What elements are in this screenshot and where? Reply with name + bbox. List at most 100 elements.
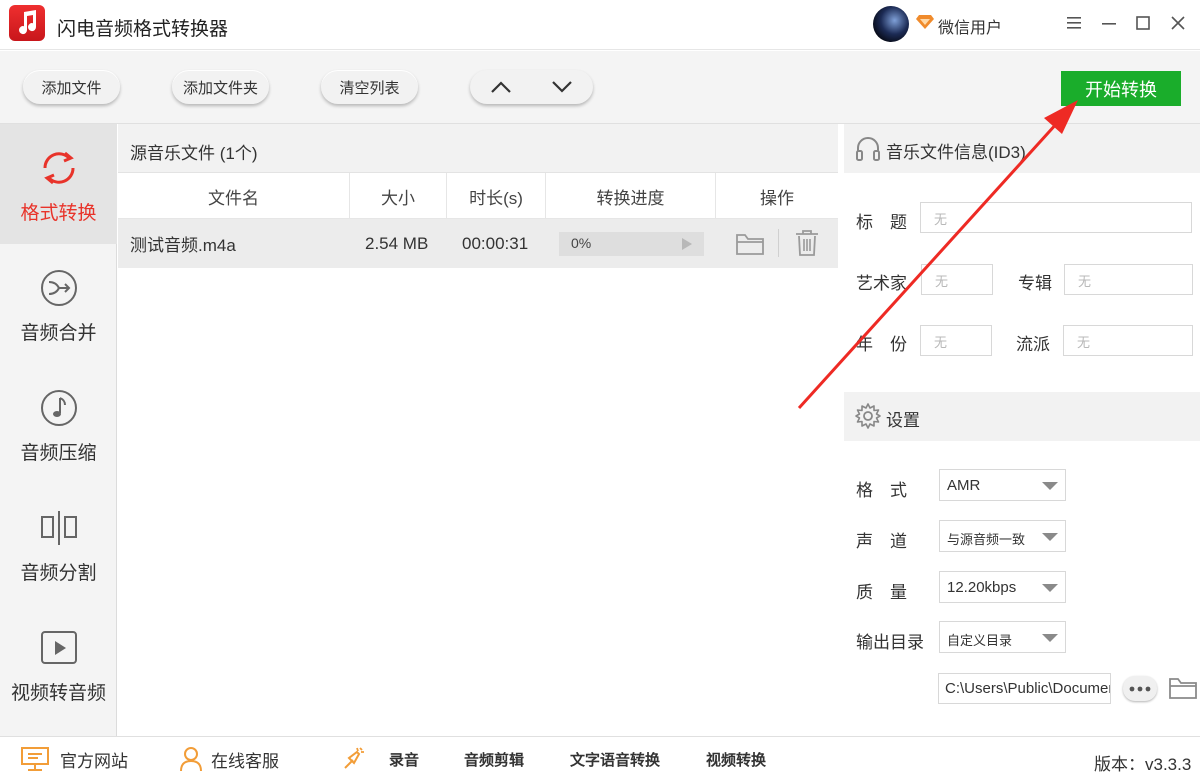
start-convert-button[interactable]: 开始转换 bbox=[1061, 71, 1181, 106]
column-header: 时长(s) bbox=[447, 173, 546, 219]
more-dots-icon bbox=[1129, 686, 1151, 691]
id3-section-header: 音乐文件信息(ID3) bbox=[844, 124, 1200, 173]
file-list-header: 源音乐文件 (1个) bbox=[118, 124, 838, 173]
audio-cut-label: 音频剪辑 bbox=[464, 751, 525, 769]
id3-artist-label: 艺术家 bbox=[856, 274, 907, 293]
table-header: 文件名 大小 时长(s) 转换进度 操作 bbox=[118, 173, 838, 219]
output-path-field[interactable]: C:\Users\Public\Documents bbox=[938, 673, 1111, 704]
video-convert-label: 视频转换 bbox=[706, 751, 767, 769]
tts-label: 文字语音转换 bbox=[570, 751, 661, 769]
output-dir-label: 输出目录 bbox=[856, 633, 924, 652]
channel-select[interactable]: 与源音频一致 bbox=[939, 520, 1066, 552]
id3-genre-field[interactable]: 无 bbox=[1063, 325, 1193, 356]
chevron-down-icon bbox=[1042, 482, 1058, 490]
website-link[interactable]: 官方网站 bbox=[20, 737, 128, 780]
id3-artist-field[interactable]: 无 bbox=[921, 264, 993, 295]
add-file-button[interactable]: 添加文件 bbox=[23, 70, 120, 104]
headphones-icon bbox=[856, 137, 880, 161]
open-folder-icon[interactable] bbox=[1168, 675, 1198, 706]
sidebar-item-label: 格式转换 bbox=[20, 203, 97, 224]
id3-album-label: 专辑 bbox=[1018, 274, 1052, 293]
output-dir-value: 自定义目录 bbox=[947, 633, 1013, 648]
folder-icon[interactable] bbox=[735, 231, 765, 262]
format-select[interactable]: AMR bbox=[939, 469, 1066, 501]
sidebar-item-video-to-audio[interactable]: 视频转音频 bbox=[0, 604, 117, 724]
reorder-buttons bbox=[470, 70, 593, 104]
format-value: AMR bbox=[947, 477, 981, 494]
action-divider bbox=[778, 229, 779, 257]
music-note-logo-icon bbox=[19, 10, 37, 35]
settings-section-header: 设置 bbox=[844, 392, 1200, 441]
record-link[interactable]: 录音 bbox=[339, 737, 419, 780]
file-list-title: 源音乐文件 (1个) bbox=[130, 144, 258, 163]
id3-year-field[interactable]: 无 bbox=[920, 325, 992, 356]
sidebar-item-label: 音频合并 bbox=[20, 323, 97, 344]
move-down-button[interactable] bbox=[532, 70, 594, 104]
column-header: 文件名 bbox=[118, 173, 350, 219]
music-note-icon bbox=[39, 388, 79, 428]
settings-section-title: 设置 bbox=[886, 411, 920, 430]
app-title: 闪电音频格式转换器 bbox=[57, 19, 229, 40]
version-text: 版本：v3.3.3 bbox=[1094, 755, 1192, 774]
video-convert-link[interactable]: 视频转换 bbox=[706, 737, 766, 780]
chevron-down-icon bbox=[1042, 634, 1058, 642]
tts-link[interactable]: 文字语音转换 bbox=[570, 737, 660, 780]
file-size: 2.54 MB bbox=[365, 233, 429, 253]
browse-button[interactable] bbox=[1123, 676, 1157, 701]
progress-text: 0% bbox=[571, 235, 592, 251]
file-name: 测试音频.m4a bbox=[130, 236, 236, 255]
id3-title-label: 标 题 bbox=[856, 213, 907, 232]
info-panel: 音乐文件信息(ID3) 标 题 无 艺术家 无 专辑 无 年 份 无 流派 无 … bbox=[844, 124, 1200, 736]
sidebar-item-audio-compress[interactable]: 音频压缩 bbox=[0, 364, 117, 484]
sidebar-item-label: 音频分割 bbox=[20, 563, 97, 584]
sidebar-item-label: 音频压缩 bbox=[20, 443, 97, 464]
table-row[interactable]: 测试音频.m4a 2.54 MB 00:00:31 0% bbox=[118, 219, 838, 268]
quality-select[interactable]: 12.20kbps bbox=[939, 571, 1066, 603]
user-icon bbox=[180, 747, 202, 772]
title-bar: 闪电音频格式转换器 微信用户 bbox=[0, 0, 1200, 50]
progress-bar: 0% bbox=[559, 232, 704, 256]
play-icon bbox=[682, 238, 692, 250]
app-logo bbox=[9, 5, 45, 41]
channel-label: 声 道 bbox=[856, 532, 907, 551]
monitor-icon bbox=[21, 747, 49, 771]
id3-title-field[interactable]: 无 bbox=[920, 202, 1192, 233]
format-label: 格 式 bbox=[856, 481, 907, 500]
sidebar-item-audio-merge[interactable]: 音频合并 bbox=[0, 244, 117, 364]
id3-album-field[interactable]: 无 bbox=[1064, 264, 1193, 295]
minimize-icon[interactable] bbox=[1098, 12, 1120, 34]
sidebar-item-format-convert[interactable]: 格式转换 bbox=[0, 124, 117, 244]
chevron-down-icon bbox=[1042, 584, 1058, 592]
delete-icon[interactable] bbox=[794, 229, 820, 262]
id3-year-label: 年 份 bbox=[856, 335, 907, 354]
split-icon bbox=[39, 508, 79, 548]
move-up-button[interactable] bbox=[470, 70, 532, 104]
column-header: 操作 bbox=[760, 188, 794, 208]
file-duration: 00:00:31 bbox=[462, 233, 529, 253]
file-list-panel: 源音乐文件 (1个) 文件名 大小 时长(s) 转换进度 操作 测试音频.m4a… bbox=[118, 124, 838, 736]
sidebar-item-audio-split[interactable]: 音频分割 bbox=[0, 484, 117, 604]
menu-icon[interactable] bbox=[1063, 12, 1085, 34]
toolbar: 添加文件 添加文件夹 清空列表 开始转换 bbox=[0, 51, 1200, 124]
gear-icon bbox=[855, 403, 881, 429]
audio-cut-link[interactable]: 音频剪辑 bbox=[464, 737, 524, 780]
user-name[interactable]: 微信用户 bbox=[938, 14, 1002, 38]
broadcast-icon bbox=[344, 747, 364, 769]
output-dir-select[interactable]: 自定义目录 bbox=[939, 621, 1066, 653]
channel-value: 与源音频一致 bbox=[947, 532, 1026, 547]
chevron-down-icon bbox=[1042, 533, 1058, 541]
clear-list-button[interactable]: 清空列表 bbox=[321, 70, 418, 104]
column-header: 转换进度 bbox=[546, 173, 716, 219]
merge-icon bbox=[39, 268, 79, 308]
add-folder-button[interactable]: 添加文件夹 bbox=[172, 70, 269, 104]
quality-label: 质 量 bbox=[856, 583, 907, 602]
avatar[interactable] bbox=[873, 6, 909, 42]
support-link[interactable]: 在线客服 bbox=[179, 737, 279, 780]
chevron-down-icon bbox=[552, 81, 573, 93]
vip-diamond-icon bbox=[916, 14, 934, 35]
quality-value: 12.20kbps bbox=[947, 579, 1017, 596]
close-icon[interactable] bbox=[1167, 12, 1189, 34]
maximize-icon[interactable] bbox=[1132, 12, 1154, 34]
record-label: 录音 bbox=[389, 751, 420, 769]
refresh-icon bbox=[39, 148, 79, 188]
